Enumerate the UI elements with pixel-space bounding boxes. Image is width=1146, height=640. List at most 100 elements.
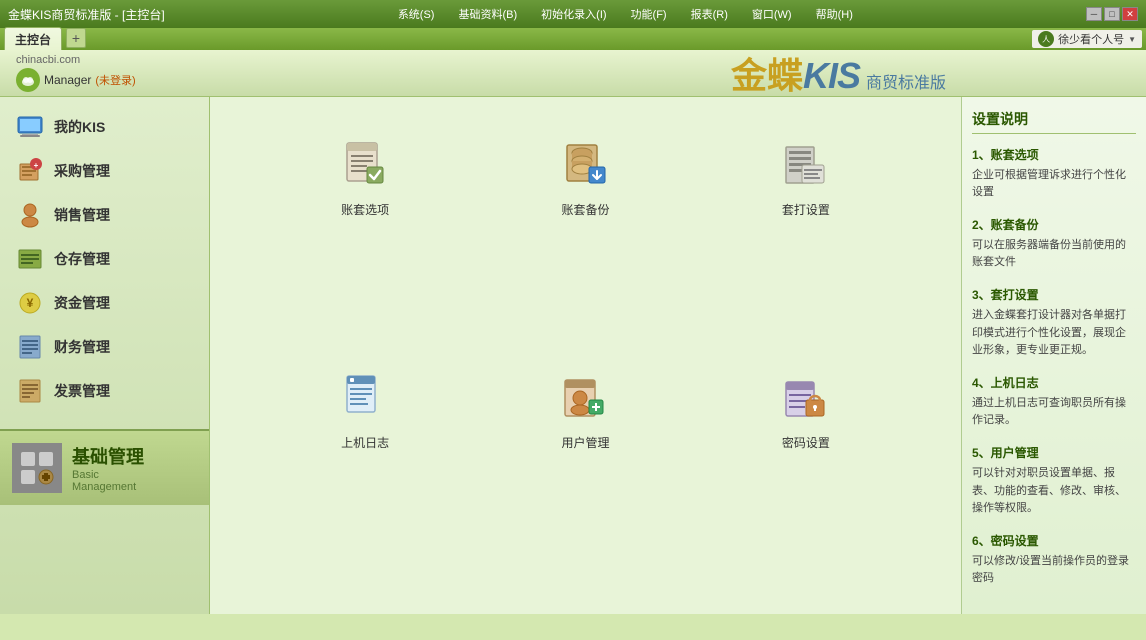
right-section-text-4: 通过上机日志可查询职员所有操作记录。: [972, 395, 1136, 430]
right-section-title-1: 1、账套选项: [972, 146, 1136, 163]
account-options-label: 账套选项: [341, 201, 389, 218]
header-user-icon: [16, 68, 40, 92]
app-title: 金蝶KIS商贸标准版 - [主控台]: [8, 6, 165, 23]
logo-die: 蝶: [767, 47, 803, 99]
password-settings-icon: [778, 370, 834, 426]
dropdown-arrow-icon: ▼: [1128, 35, 1136, 44]
menu-base[interactable]: 基础资料(B): [452, 6, 523, 22]
user-icon: 人: [1038, 31, 1054, 47]
login-log-icon: A: [337, 370, 393, 426]
basic-management-title: 基础管理: [72, 443, 144, 469]
header-logo: 金 蝶 KIS 商贸标准版: [731, 47, 946, 99]
login-log-label: 上机日志: [341, 434, 389, 451]
svg-text:¥: ¥: [27, 296, 34, 310]
sidebar-label-purchase: 采购管理: [54, 161, 110, 181]
inventory-icon: [16, 245, 44, 273]
sidebar-item-accounting[interactable]: 财务管理: [0, 325, 209, 369]
right-section-title-5: 5、用户管理: [972, 444, 1136, 461]
sidebar-item-finance[interactable]: ¥ 资金管理: [0, 281, 209, 325]
sidebar-footer-basic-management[interactable]: 基础管理 Basic Management: [0, 429, 209, 505]
account-backup-icon: [557, 137, 613, 193]
header-login-status: (未登录): [95, 72, 135, 88]
user-name: 徐少看个人号: [1058, 31, 1124, 47]
right-section-1: 1、账套选项 企业可根据管理诉求进行个性化设置: [972, 146, 1136, 202]
menu-init[interactable]: 初始化录入(I): [535, 6, 612, 22]
right-section-text-5: 可以针对对职员设置单据、报表、功能的查看、修改、审核、操作等权限。: [972, 465, 1136, 518]
basic-management-text: 基础管理 Basic Management: [72, 443, 144, 493]
icon-item-account-backup[interactable]: 账套备份: [490, 137, 680, 341]
sidebar: 我的KIS + 采购管理: [0, 97, 210, 614]
header-left: chinacbi.com Manager (未登录): [16, 54, 136, 92]
header-user-name: Manager: [44, 73, 91, 87]
print-settings-label: 套打设置: [782, 201, 830, 218]
sidebar-item-sales[interactable]: 销售管理: [0, 193, 209, 237]
menu-function[interactable]: 功能(F): [625, 6, 673, 22]
right-panel-title: 设置说明: [972, 109, 1136, 134]
user-badge[interactable]: 人 徐少看个人号 ▼: [1032, 30, 1142, 48]
sidebar-item-mykis[interactable]: 我的KIS: [0, 105, 209, 149]
password-settings-label: 密码设置: [782, 434, 830, 451]
right-section-text-2: 可以在服务器端备份当前使用的账套文件: [972, 237, 1136, 272]
accounting-icon: [16, 333, 44, 361]
menu-system[interactable]: 系统(S): [392, 6, 441, 22]
print-settings-icon: [778, 137, 834, 193]
header-banner: chinacbi.com Manager (未登录) 金 蝶: [0, 50, 1146, 97]
svg-text:A: A: [351, 378, 354, 383]
mykis-icon: [16, 113, 44, 141]
main-area: chinacbi.com Manager (未登录) 金 蝶: [0, 50, 1146, 614]
sidebar-label-sales: 销售管理: [54, 205, 110, 225]
sidebar-item-inventory[interactable]: 仓存管理: [0, 237, 209, 281]
right-section-6: 6、密码设置 可以修改/设置当前操作员的登录密码: [972, 532, 1136, 588]
user-management-icon: [557, 370, 613, 426]
right-section-text-1: 企业可根据管理诉求进行个性化设置: [972, 167, 1136, 202]
tab-bar: 主控台 +: [4, 27, 86, 51]
basic-management-en1: Basic: [72, 469, 144, 481]
icon-item-password-settings[interactable]: 密码设置: [711, 370, 901, 574]
title-bar: 金蝶KIS商贸标准版 - [主控台] 系统(S) 基础资料(B) 初始化录入(I…: [0, 0, 1146, 28]
close-button[interactable]: ✕: [1122, 7, 1138, 21]
account-options-icon: [337, 137, 393, 193]
minimize-button[interactable]: ─: [1086, 7, 1102, 21]
sidebar-label-capital: 资金管理: [54, 293, 110, 313]
right-panel: 设置说明 1、账套选项 企业可根据管理诉求进行个性化设置 2、账套备份 可以在服…: [961, 97, 1146, 614]
menu-help[interactable]: 帮助(H): [810, 6, 859, 22]
icon-item-account-options[interactable]: 账套选项: [270, 137, 460, 341]
right-section-text-3: 进入金蝶套打设计器对各单据打印模式进行个性化设置，展现企业形象，更专业更正规。: [972, 307, 1136, 360]
logo-jin: 金: [731, 47, 767, 99]
icon-item-user-management[interactable]: 用户管理: [490, 370, 680, 574]
icon-item-login-log[interactable]: A 上机日志: [270, 370, 460, 574]
sidebar-item-purchase[interactable]: + 采购管理: [0, 149, 209, 193]
center-content: 我的KIS + 采购管理: [0, 97, 1146, 614]
right-section-2: 2、账套备份 可以在服务器端备份当前使用的账套文件: [972, 216, 1136, 272]
right-section-title-6: 6、密码设置: [972, 532, 1136, 549]
sidebar-item-invoice[interactable]: 发票管理: [0, 369, 209, 413]
content-wrapper: chinacbi.com Manager (未登录) 金 蝶: [0, 50, 1146, 614]
user-management-label: 用户管理: [561, 434, 609, 451]
site-label: chinacbi.com: [16, 54, 136, 66]
logo-subtitle: 商贸标准版: [866, 69, 946, 93]
right-section-title-3: 3、套打设置: [972, 286, 1136, 303]
purchase-icon: +: [16, 157, 44, 185]
tab-main[interactable]: 主控台: [4, 27, 62, 51]
menu-window[interactable]: 窗口(W): [746, 6, 798, 22]
icon-item-print-settings[interactable]: 套打设置: [711, 137, 901, 341]
right-section-5: 5、用户管理 可以针对对职员设置单据、报表、功能的查看、修改、审核、操作等权限。: [972, 444, 1136, 518]
cloud-icon: [21, 73, 35, 87]
right-section-3: 3、套打设置 进入金蝶套打设计器对各单据打印模式进行个性化设置，展现企业形象，更…: [972, 286, 1136, 360]
header-user: Manager (未登录): [16, 68, 136, 92]
menu-report[interactable]: 报表(R): [685, 6, 734, 22]
basic-management-icon: [12, 443, 62, 493]
right-section-title-4: 4、上机日志: [972, 374, 1136, 391]
sidebar-label-mykis: 我的KIS: [54, 117, 105, 137]
tab-add-button[interactable]: +: [66, 28, 86, 48]
invoice-icon: [16, 377, 44, 405]
icons-grid: 账套选项: [210, 97, 961, 614]
capital-icon: ¥: [16, 289, 44, 317]
account-backup-label: 账套备份: [561, 201, 609, 218]
right-section-title-2: 2、账套备份: [972, 216, 1136, 233]
sidebar-label-invoice: 发票管理: [54, 381, 110, 401]
right-section-4: 4、上机日志 通过上机日志可查询职员所有操作记录。: [972, 374, 1136, 430]
svg-text:+: +: [34, 161, 39, 170]
maximize-button[interactable]: □: [1104, 7, 1120, 21]
sidebar-label-inventory: 仓存管理: [54, 249, 110, 269]
